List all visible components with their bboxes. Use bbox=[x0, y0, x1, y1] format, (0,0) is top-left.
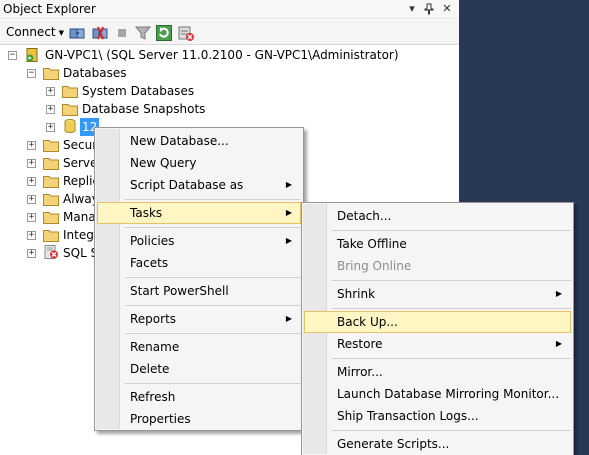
panel-title-bar: Object Explorer ▾ ✕ bbox=[0, 0, 459, 19]
menu-separator bbox=[125, 383, 301, 384]
system-databases-label: System Databases bbox=[82, 84, 195, 98]
disconnect-icon[interactable] bbox=[92, 25, 108, 41]
menu-item-script-database-as[interactable]: Script Database as ▶ bbox=[97, 174, 301, 196]
expand-expander-icon[interactable]: + bbox=[27, 159, 36, 168]
refresh-icon[interactable] bbox=[156, 25, 172, 41]
folder-icon bbox=[62, 86, 78, 98]
menu-separator bbox=[125, 227, 301, 228]
menu-item-new-query[interactable]: New Query bbox=[97, 152, 301, 174]
expand-expander-icon[interactable]: + bbox=[27, 249, 36, 258]
submenu-arrow-icon: ▶ bbox=[555, 339, 562, 348]
management-label: Mana bbox=[63, 210, 96, 224]
submenu-arrow-icon: ▶ bbox=[285, 236, 292, 245]
auto-hide-pin-icon[interactable] bbox=[422, 1, 436, 17]
submenu-arrow-icon: ▶ bbox=[285, 180, 292, 189]
stop-icon[interactable] bbox=[114, 25, 130, 41]
activity-monitor-icon[interactable] bbox=[178, 25, 194, 41]
menu-item-shrink[interactable]: Shrink ▶ bbox=[304, 283, 571, 305]
folder-icon bbox=[62, 104, 78, 116]
expand-expander-icon[interactable]: + bbox=[27, 177, 36, 186]
chevron-down-icon: ▼ bbox=[58, 28, 65, 37]
connect-label: Connect bbox=[6, 25, 56, 39]
menu-item-properties[interactable]: Properties bbox=[97, 408, 301, 430]
connect-button[interactable]: Connect ▼ bbox=[6, 24, 64, 40]
folder-icon bbox=[43, 140, 59, 152]
folder-icon bbox=[43, 68, 59, 80]
submenu-arrow-icon: ▶ bbox=[285, 208, 292, 217]
folder-icon bbox=[43, 212, 59, 224]
menu-item-back-up[interactable]: Back Up... bbox=[304, 311, 571, 333]
menu-item-detach[interactable]: Detach... bbox=[304, 205, 571, 227]
menu-item-refresh[interactable]: Refresh bbox=[97, 386, 301, 408]
menu-separator bbox=[332, 430, 571, 431]
folder-icon bbox=[43, 230, 59, 242]
filter-icon[interactable] bbox=[135, 25, 151, 41]
explorer-toolbar: Connect ▼ bbox=[0, 20, 459, 45]
folder-icon bbox=[43, 176, 59, 188]
expand-expander-icon[interactable]: + bbox=[27, 213, 36, 222]
menu-separator bbox=[125, 333, 301, 334]
menu-item-facets[interactable]: Facets bbox=[97, 252, 301, 274]
menu-item-take-offline[interactable]: Take Offline bbox=[304, 233, 571, 255]
menu-separator bbox=[125, 305, 301, 306]
menu-item-launch-mirroring-monitor[interactable]: Launch Database Mirroring Monitor... bbox=[304, 383, 571, 405]
menu-item-mirror[interactable]: Mirror... bbox=[304, 361, 571, 383]
expand-expander-icon[interactable]: + bbox=[27, 195, 36, 204]
menu-separator bbox=[332, 308, 571, 309]
menu-item-new-database[interactable]: New Database... bbox=[97, 130, 301, 152]
menu-item-ship-transaction-logs[interactable]: Ship Transaction Logs... bbox=[304, 405, 571, 427]
database-snapshots-label: Database Snapshots bbox=[82, 102, 206, 116]
expand-expander-icon[interactable]: + bbox=[27, 141, 36, 150]
expand-expander-icon[interactable]: + bbox=[46, 105, 55, 114]
expand-expander-icon[interactable]: + bbox=[46, 87, 55, 96]
menu-item-start-powershell[interactable]: Start PowerShell bbox=[97, 280, 301, 302]
menu-separator bbox=[332, 280, 571, 281]
database-context-menu: New Database... New Query Script Databas… bbox=[94, 127, 304, 431]
window-position-icon[interactable]: ▾ bbox=[405, 1, 419, 17]
expand-expander-icon[interactable]: + bbox=[46, 123, 55, 132]
menu-separator bbox=[125, 277, 301, 278]
expand-expander-icon[interactable]: + bbox=[27, 231, 36, 240]
menu-item-bring-online: Bring Online bbox=[337, 259, 412, 273]
server-icon bbox=[26, 48, 38, 62]
submenu-arrow-icon: ▶ bbox=[285, 314, 292, 323]
menu-item-tasks[interactable]: Tasks ▶ bbox=[97, 202, 301, 224]
menu-item-generate-scripts[interactable]: Generate Scripts... bbox=[304, 433, 571, 455]
folder-icon bbox=[43, 158, 59, 170]
server-label: GN-VPC1\ (SQL Server 11.0.2100 - GN-VPC1… bbox=[45, 48, 399, 62]
database-icon bbox=[64, 119, 76, 133]
close-icon[interactable]: ✕ bbox=[440, 1, 454, 17]
menu-item-rename[interactable]: Rename bbox=[97, 336, 301, 358]
tasks-submenu: Detach... Take Offline Bring Online Shri… bbox=[301, 202, 574, 455]
menu-separator bbox=[125, 199, 301, 200]
folder-icon bbox=[43, 194, 59, 206]
sql-agent-icon bbox=[44, 245, 58, 259]
sql-agent-label: SQL S bbox=[63, 246, 99, 260]
menu-separator bbox=[332, 358, 571, 359]
connect-object-explorer-icon[interactable] bbox=[69, 25, 85, 41]
menu-item-delete[interactable]: Delete bbox=[97, 358, 301, 380]
menu-separator bbox=[332, 230, 571, 231]
menu-item-policies[interactable]: Policies ▶ bbox=[97, 230, 301, 252]
collapse-expander-icon[interactable]: − bbox=[8, 51, 17, 60]
menu-item-restore[interactable]: Restore ▶ bbox=[304, 333, 571, 355]
panel-title: Object Explorer bbox=[3, 2, 96, 16]
databases-label: Databases bbox=[63, 66, 127, 80]
menu-item-reports[interactable]: Reports ▶ bbox=[97, 308, 301, 330]
collapse-expander-icon[interactable]: − bbox=[27, 69, 36, 78]
submenu-arrow-icon: ▶ bbox=[555, 289, 562, 298]
